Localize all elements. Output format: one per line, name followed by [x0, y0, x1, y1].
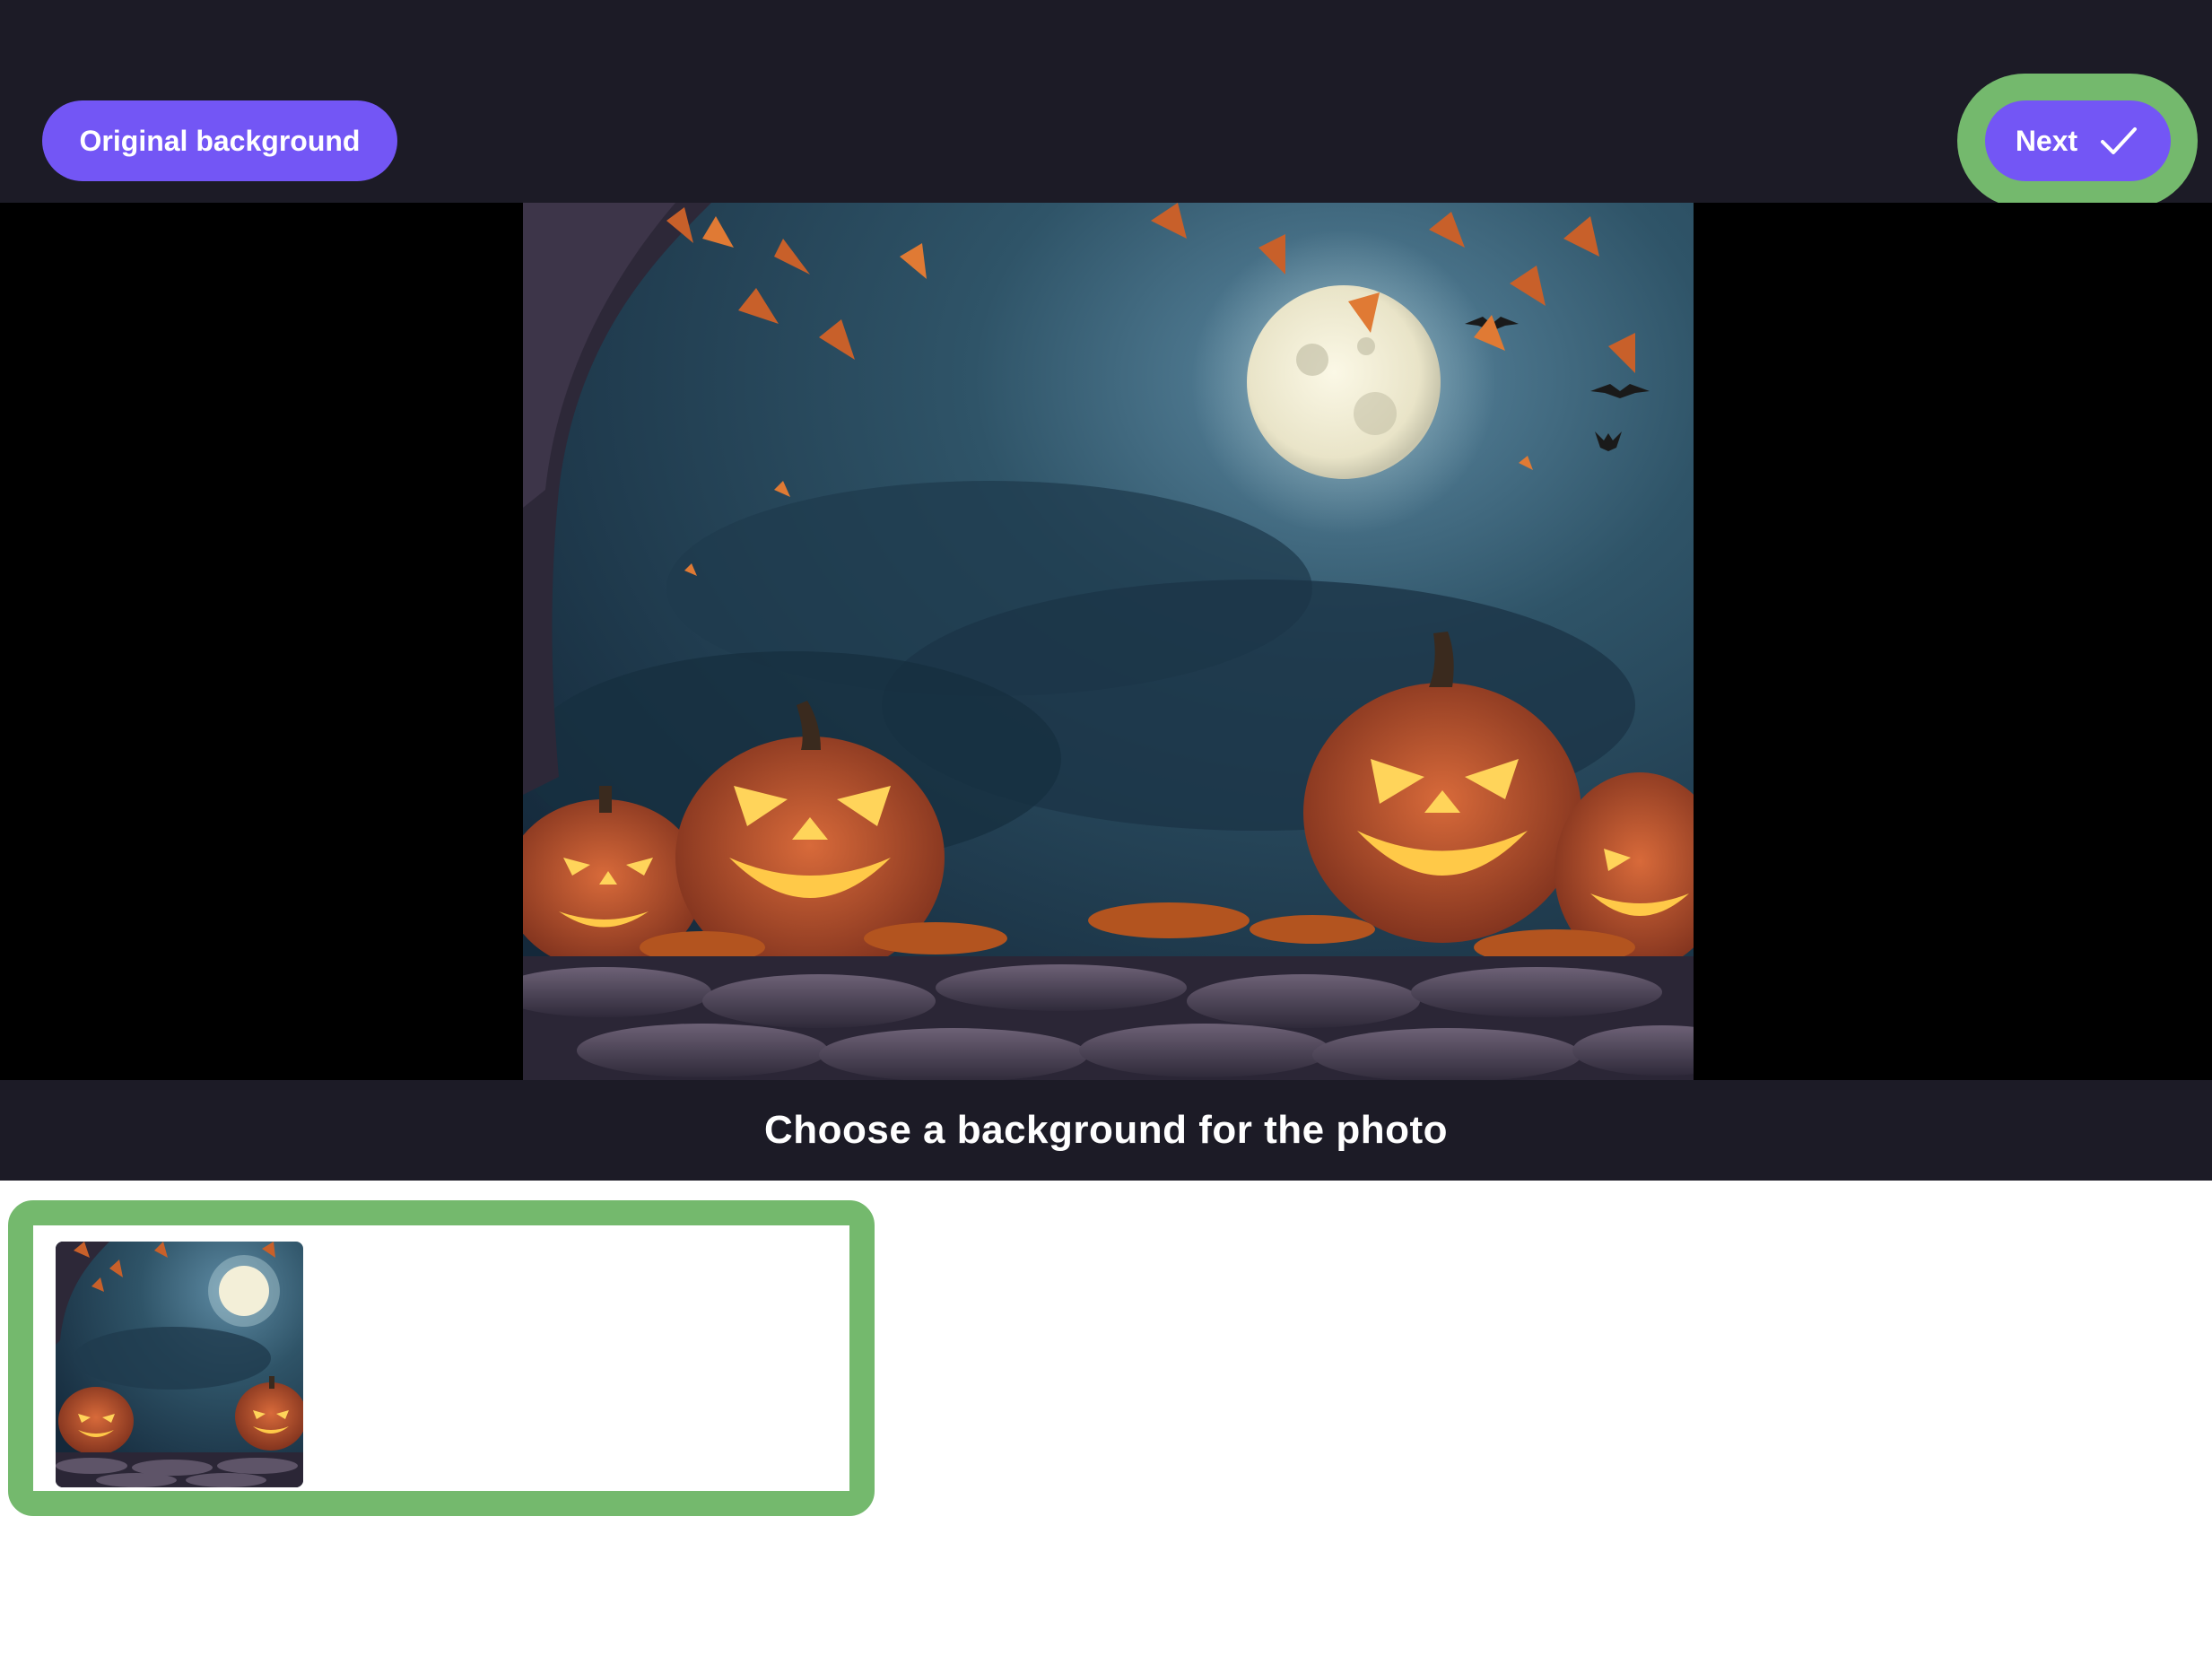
next-label: Next: [2015, 124, 2078, 157]
photo-preview-area: [0, 203, 2212, 1080]
caption-bar: Choose a background for the photo: [0, 1080, 2212, 1181]
background-gallery-highlight: [8, 1200, 875, 1516]
caption-text: Choose a background for the photo: [763, 1108, 1449, 1152]
next-button[interactable]: Next: [1985, 100, 2171, 181]
background-preview-image: [523, 203, 1694, 1080]
background-thumbnail-image: [56, 1242, 303, 1487]
original-background-label: Original background: [79, 124, 361, 157]
background-chooser-screen: Original background Next Choose a backgr…: [0, 0, 2212, 1656]
background-gallery: [33, 1225, 849, 1491]
background-thumbnail[interactable]: [56, 1242, 303, 1487]
original-background-button[interactable]: Original background: [42, 100, 397, 181]
background-options-panel: [0, 1181, 2212, 1656]
top-toolbar: Original background Next: [0, 0, 2212, 208]
checkmark-icon: [2101, 127, 2138, 154]
